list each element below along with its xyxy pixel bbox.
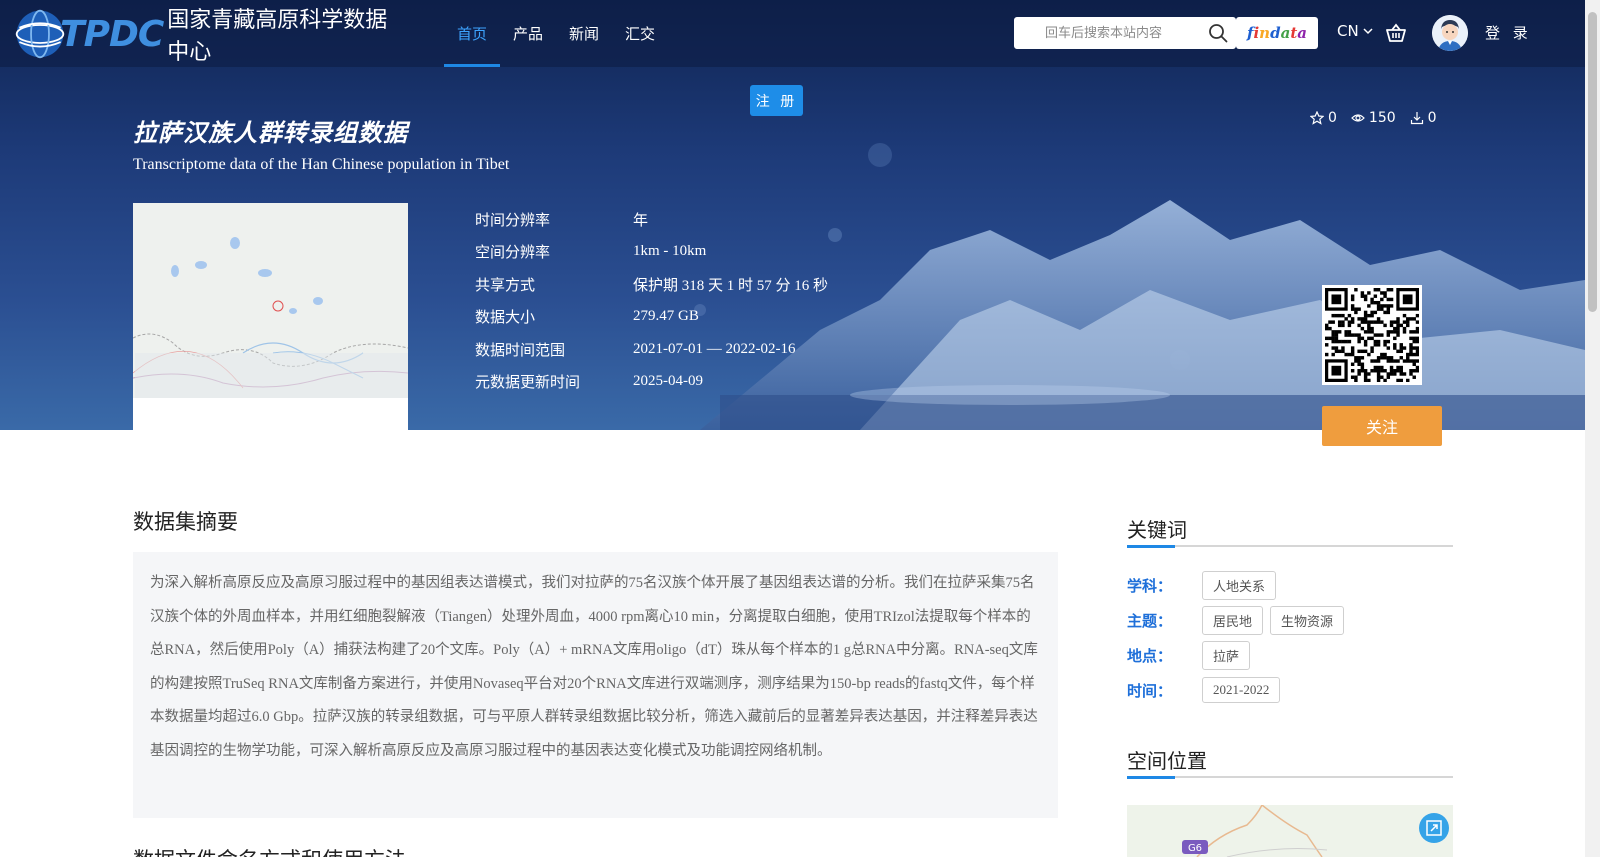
register-button[interactable]: 注 册 (750, 85, 803, 116)
menu-item-products[interactable]: 产品 (500, 0, 556, 67)
info-row: 数据时间范围 2021-07-01 — 2022-02-16 (475, 333, 828, 366)
language-switch[interactable]: CN (1337, 22, 1374, 40)
keywords-title: 关键词 (1127, 518, 1187, 542)
findata-letter: t (1290, 24, 1298, 42)
downloads-stat: 0 (1410, 110, 1437, 126)
search-icon[interactable] (1207, 22, 1229, 44)
dataset-info-table: 时间分辨率 年 空间分辨率 1km - 10km 共享方式 保护期 318 天 … (475, 203, 828, 398)
menu-item-home[interactable]: 首页 (444, 0, 501, 67)
keyword-row-place: 地点： 拉萨 (1127, 641, 1257, 670)
info-label: 时间分辨率 (475, 210, 551, 229)
qr-code-icon (1325, 288, 1420, 383)
spatial-map-image: G6 (1127, 805, 1453, 857)
findata-letter: n (1259, 24, 1271, 42)
info-label: 共享方式 (475, 275, 536, 294)
thumbnail-map-image (133, 203, 408, 398)
chevron-down-icon (1363, 28, 1373, 35)
site-logo[interactable]: TPDC 国家青藏高原科学数据中心 (14, 4, 404, 65)
login-link[interactable]: 登 录 (1485, 22, 1532, 43)
download-icon (1410, 112, 1423, 125)
region-map-icon (133, 203, 408, 398)
keyword-row-subject: 学科： 人地关系 (1127, 571, 1283, 600)
expand-icon (1426, 820, 1442, 836)
next-section-title: 数据文件命名方式和使用方法 (133, 844, 406, 857)
expand-map-button[interactable] (1419, 813, 1449, 843)
info-value: 年 (633, 212, 649, 229)
keyword-tag[interactable]: 拉萨 (1202, 641, 1251, 670)
star-icon (1310, 111, 1324, 125)
main-menu: 首页 产品 新闻 汇交 (444, 0, 668, 67)
spatial-map[interactable]: G6 (1127, 805, 1453, 857)
views-stat: 150 (1351, 110, 1396, 126)
info-label: 数据大小 (475, 308, 536, 327)
dataset-thumbnail[interactable] (133, 203, 408, 431)
findata-letter: d (1270, 24, 1281, 42)
menu-item-news[interactable]: 新闻 (556, 0, 612, 67)
findata-button[interactable]: f i n d a t a (1236, 17, 1318, 49)
info-value: 279.47 GB (633, 308, 699, 325)
info-label: 数据时间范围 (475, 340, 566, 359)
info-label: 空间分辨率 (475, 243, 551, 262)
eye-icon (1351, 114, 1365, 122)
keyword-label: 主题： (1127, 612, 1173, 630)
keyword-label: 地点： (1127, 647, 1173, 665)
menu-item-submit[interactable]: 汇交 (612, 0, 668, 67)
info-label: 元数据更新时间 (475, 373, 581, 392)
keyword-tag[interactable]: 居民地 (1202, 606, 1264, 635)
top-navbar: TPDC 国家青藏高原科学数据中心 首页 产品 新闻 汇交 f i n d a … (0, 0, 1585, 67)
logo-tpdc-text: TPDC (60, 13, 164, 55)
info-row: 时间分辨率 年 (475, 203, 828, 236)
findata-letter: a (1297, 24, 1307, 42)
dataset-title-cn: 拉萨汉族人群转录组数据 (133, 119, 408, 147)
search-input[interactable] (1015, 18, 1195, 48)
info-value: 2025-04-09 (633, 373, 703, 390)
spatial-divider (1127, 776, 1453, 779)
dataset-stats: 0 150 0 (1310, 110, 1437, 126)
keyword-row-theme: 主题： 居民地 生物资源 (1127, 606, 1351, 635)
keyword-tag[interactable]: 2021-2022 (1202, 677, 1281, 703)
info-row: 数据大小 279.47 GB (475, 301, 828, 334)
scrollbar[interactable] (1585, 0, 1600, 857)
keyword-tag[interactable]: 人地关系 (1202, 571, 1277, 600)
info-value: 2021-07-01 — 2022-02-16 (633, 340, 796, 357)
logo-chinese-text: 国家青藏高原科学数据中心 (167, 8, 388, 65)
favorites-stat[interactable]: 0 (1310, 110, 1337, 126)
keyword-label: 时间： (1127, 681, 1173, 700)
avatar[interactable] (1432, 15, 1468, 51)
follow-button[interactable]: 关注 (1322, 406, 1442, 446)
keyword-row-time: 时间： 2021-2022 (1127, 677, 1287, 703)
qr-code (1322, 285, 1422, 385)
scrollbar-thumb[interactable] (1588, 12, 1597, 312)
globe-logo-icon (15, 9, 65, 59)
user-avatar-icon (1432, 15, 1468, 51)
abstract-title: 数据集摘要 (133, 510, 238, 534)
language-label: CN (1337, 22, 1359, 40)
favorites-count: 0 (1328, 110, 1337, 126)
keywords-divider (1127, 545, 1453, 548)
abstract-text: 为深入解析高原反应及高原习服过程中的基因组表达谱模式，我们对拉萨的75名汉族个体… (133, 552, 1058, 818)
findata-letter: a (1280, 24, 1291, 42)
downloads-count: 0 (1427, 110, 1437, 126)
keyword-label: 学科： (1127, 577, 1173, 595)
info-value: 1km - 10km (633, 243, 707, 260)
search-box (1014, 17, 1236, 49)
keyword-tag[interactable]: 生物资源 (1270, 606, 1345, 635)
cart-icon[interactable] (1385, 22, 1407, 44)
spatial-title: 空间位置 (1127, 749, 1207, 773)
info-row: 元数据更新时间 2025-04-09 (475, 366, 828, 399)
views-count: 150 (1368, 110, 1396, 126)
info-value: 保护期 318 天 1 时 57 分 16 秒 (633, 277, 829, 294)
info-row: 空间分辨率 1km - 10km (475, 236, 828, 269)
info-row: 共享方式 保护期 318 天 1 时 57 分 16 秒 (475, 268, 828, 301)
road-label: G6 (1188, 843, 1202, 854)
dataset-title-en: Transcriptome data of the Han Chinese po… (133, 156, 510, 173)
